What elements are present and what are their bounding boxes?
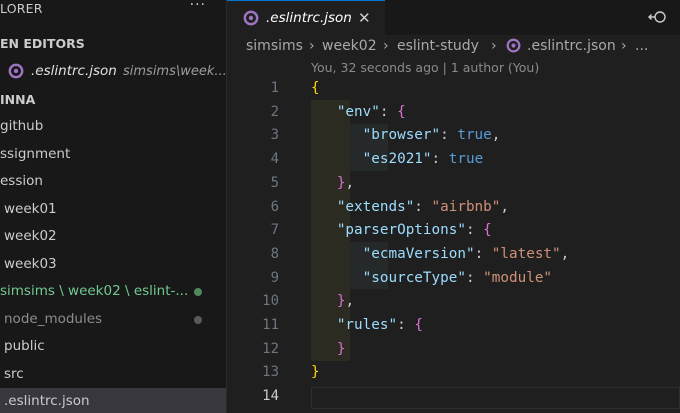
breadcrumb-eslint-study[interactable]: eslint-study <box>397 35 479 57</box>
breadcrumb-week02[interactable]: week02 <box>322 35 377 57</box>
tab-eslintrc[interactable]: .eslintrc.json ✕ <box>227 0 385 35</box>
tree-item-eslint-folder[interactable]: simsims \ week02 \ eslint-... <box>0 278 226 305</box>
close-icon[interactable]: ✕ <box>358 1 371 35</box>
code-line-8: "ecmaVersion": "latest", <box>362 245 570 262</box>
tree-item-github[interactable]: github <box>0 113 226 140</box>
chevron-right-icon: › <box>621 38 627 54</box>
line-number-current: 14 <box>262 388 279 405</box>
line-number: 8 <box>270 245 279 262</box>
line-number: 1 <box>270 80 279 96</box>
code-line-9: "sourceType": "module" <box>362 269 553 286</box>
explorer-sidebar: LORER ··· EN EDITORS .eslintrc.json sims… <box>0 0 227 413</box>
code-line-4: "es2021": true <box>362 151 484 168</box>
line-number: 6 <box>270 198 279 215</box>
explorer-title: LORER <box>0 1 43 16</box>
breadcrumb-eslintrc[interactable]: .eslintrc.json <box>527 35 616 57</box>
code-line-2: "env": { <box>336 103 406 120</box>
open-editor-path: simsims\week... <box>123 64 226 79</box>
modified-indicator-icon <box>194 288 202 296</box>
line-number: 9 <box>270 269 279 286</box>
editor-area: .eslintrc.json ✕ simsims › week02 › esli… <box>227 0 680 413</box>
tree-item-week02[interactable]: week02 <box>0 223 226 250</box>
line-number: 3 <box>270 127 279 144</box>
line-number: 7 <box>270 222 279 239</box>
json-file-icon <box>8 63 24 79</box>
code-line-3: "browser": true, <box>362 127 501 144</box>
current-line-highlight <box>311 387 680 409</box>
open-editor-name: .eslintrc.json <box>31 63 117 79</box>
line-number: 12 <box>262 340 279 357</box>
line-number: 13 <box>262 364 279 381</box>
open-editors-section[interactable]: EN EDITORS <box>0 33 85 55</box>
line-number: 11 <box>262 317 279 333</box>
tab-label: .eslintrc.json <box>266 10 352 26</box>
chevron-right-icon: › <box>383 38 389 54</box>
code-line-10: }, <box>336 293 355 310</box>
line-number: 5 <box>270 174 279 191</box>
tree-item-assignment[interactable]: ssignment <box>0 141 226 168</box>
breadcrumb: simsims › week02 › eslint-study › .eslin… <box>227 35 680 57</box>
git-blame-codelens[interactable]: You, 32 seconds ago | 1 author (You) <box>311 58 539 78</box>
code-line-5: }, <box>336 174 355 191</box>
code-line-7: "parserOptions": { <box>336 222 492 239</box>
code-line-11: "rules": { <box>336 317 423 333</box>
tree-item-public[interactable]: public <box>0 333 226 360</box>
tree-item-week01[interactable]: week01 <box>0 196 226 223</box>
more-actions-icon[interactable]: ··· <box>190 0 206 13</box>
json-file-icon <box>243 10 259 26</box>
code-line-6: "extends": "airbnb", <box>336 198 509 215</box>
root-folder-section[interactable]: INNA <box>0 89 35 111</box>
code-line-12: } <box>336 340 346 357</box>
ignored-indicator-icon <box>194 316 202 324</box>
tree-item-eslintrc[interactable]: .eslintrc.json <box>0 388 226 413</box>
code-line-1: { <box>311 80 320 96</box>
breadcrumb-simsims[interactable]: simsims <box>246 35 303 57</box>
breadcrumb-ellipsis[interactable]: ... <box>635 35 648 57</box>
tree-item-week03[interactable]: week03 <box>0 251 226 278</box>
tab-bar: .eslintrc.json ✕ <box>227 0 680 35</box>
tree-item-src[interactable]: src <box>0 361 226 388</box>
line-number: 2 <box>270 103 279 120</box>
chevron-right-icon: › <box>309 38 315 54</box>
tree-item-session[interactable]: ession <box>0 168 226 195</box>
chevron-right-icon: › <box>491 38 497 54</box>
code-line-13: } <box>311 364 320 381</box>
tree-item-node-modules[interactable]: node_modules <box>0 306 226 333</box>
open-changes-icon[interactable] <box>648 8 668 26</box>
explorer-header: LORER ··· <box>0 0 226 18</box>
line-number: 10 <box>262 293 279 310</box>
open-editor-item[interactable]: .eslintrc.json simsims\week... <box>0 58 226 85</box>
line-number: 4 <box>270 151 279 168</box>
json-file-icon <box>506 38 521 53</box>
